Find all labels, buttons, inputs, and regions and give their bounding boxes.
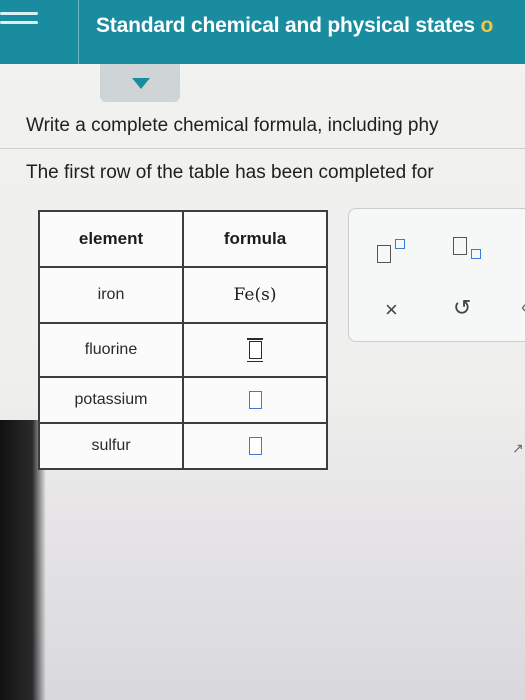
hamburger-icon[interactable] — [0, 8, 40, 34]
top-bar: Standard chemical and physical states o — [0, 0, 525, 64]
formula-cell — [184, 378, 326, 422]
superscript-icon[interactable] — [377, 237, 417, 267]
table-row: fluorine — [40, 324, 326, 378]
element-cell: fluorine — [40, 324, 184, 376]
formula-table: element formula iron Fe(s) fluorine pota… — [38, 210, 328, 470]
page-title-text: Standard chemical and physical states — [96, 14, 475, 37]
more-tools-icon[interactable]: ‹ — [521, 297, 525, 318]
table-row: sulfur — [40, 424, 326, 468]
instruction-line-1: Write a complete chemical formula, inclu… — [26, 115, 439, 136]
table-header-row: element formula — [40, 212, 326, 268]
formula-cell: Fe(s) — [233, 285, 277, 305]
help-icon[interactable]: ↗ — [512, 440, 524, 457]
instruction-line-2: The first row of the table has been comp… — [26, 162, 434, 183]
table-row: iron Fe(s) — [40, 268, 326, 324]
formula-cell — [184, 424, 326, 468]
header-formula: formula — [223, 229, 287, 248]
element-cell: iron — [40, 268, 184, 322]
close-icon[interactable]: × — [385, 299, 398, 321]
top-bar-divider — [78, 0, 79, 64]
formula-cell — [184, 324, 326, 376]
element-cell: potassium — [40, 378, 184, 422]
formula-toolbar: × ↺ ‹ — [348, 208, 525, 342]
undo-icon[interactable]: ↺ — [453, 297, 471, 319]
table-row: potassium — [40, 378, 326, 424]
page-title-overflow: o — [474, 14, 494, 37]
divider — [0, 148, 525, 149]
element-cell: sulfur — [40, 424, 184, 468]
collapse-toggle-button[interactable] — [100, 64, 180, 102]
formula-input[interactable] — [248, 391, 262, 409]
caret-down-icon — [132, 78, 150, 89]
subscript-icon[interactable] — [453, 237, 493, 267]
formula-input[interactable] — [246, 338, 263, 362]
header-element: element — [40, 212, 184, 266]
formula-input[interactable] — [248, 437, 262, 455]
page-title: Standard chemical and physical states o — [96, 14, 493, 38]
